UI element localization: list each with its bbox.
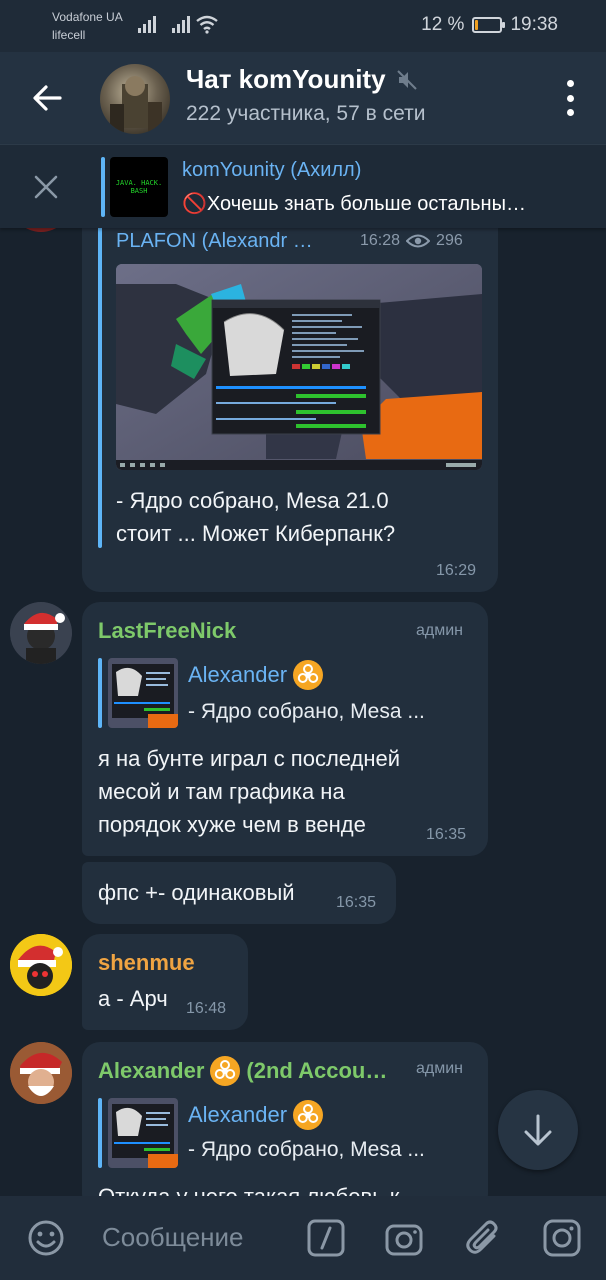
emoji-icon[interactable] [26, 1218, 66, 1258]
views-count: 296 [436, 232, 463, 249]
signal-icon [138, 16, 156, 33]
message-time: 16:35 [336, 894, 377, 911]
reply-author-name: Alexander [188, 662, 288, 687]
pinned-message[interactable]: JAVA. HACK. BASH komYounity (Ахилл) 🚫Хоч… [0, 144, 606, 228]
back-arrow-icon[interactable] [26, 76, 70, 120]
pinned-text: 🚫Хочешь знать больше остальны… [182, 193, 526, 215]
post-screenshot-image[interactable] [116, 264, 482, 470]
pinned-thumb-text: JAVA. HACK. BASH [115, 179, 163, 195]
sender-name[interactable]: LastFreeNick [98, 618, 236, 644]
attach-icon[interactable] [464, 1218, 504, 1258]
reply-text: - Ядро собрано, Mesa ... [188, 700, 425, 723]
message-text: я на бунте играл с последней месой и там… [98, 742, 400, 841]
biohazard-icon [210, 1056, 241, 1086]
views-eye-icon [406, 234, 431, 248]
clock: 19:38 [510, 14, 558, 35]
chat-avatar[interactable] [100, 64, 170, 134]
sender-name-suffix: (2nd Accou… [246, 1058, 388, 1083]
message-text: а - Арч [98, 986, 168, 1011]
camera-icon[interactable] [384, 1218, 424, 1258]
reply-thumbnail [108, 1098, 178, 1168]
bot-commands-icon[interactable] [306, 1218, 346, 1258]
chat-title-text: Чат komYounity [186, 64, 386, 94]
message-time: 16:48 [186, 1000, 227, 1017]
chat-title[interactable]: Чат komYounity [186, 64, 418, 95]
forward-time: 16:28 [360, 232, 401, 249]
admin-badge: админ [416, 1060, 464, 1077]
more-menu-icon[interactable] [562, 80, 578, 116]
arrow-down-icon [524, 1114, 552, 1146]
reply-author: Alexander [188, 1100, 324, 1130]
close-icon[interactable] [30, 171, 62, 203]
battery-percent: 12 % [421, 14, 465, 35]
forward-meta: 16:28 296 [360, 232, 463, 250]
battery-icon [472, 17, 506, 33]
message-text: фпс +- одинаковый [98, 880, 295, 905]
admin-badge: админ [416, 622, 464, 639]
scroll-to-bottom-button[interactable] [498, 1090, 578, 1170]
forward-text-line: - Ядро собрано, Mesa 21.0 [116, 488, 389, 513]
biohazard-icon [293, 660, 324, 690]
reply-author-name: Alexander [188, 1102, 288, 1127]
message-time: 16:29 [436, 562, 477, 579]
pinned-author: komYounity (Ахилл) [182, 159, 362, 181]
forward-text-line: стоит ... Может Киберпанк? [116, 521, 396, 546]
message-text-line: я на бунте играл с последней [98, 746, 401, 771]
forward-text: - Ядро собрано, Mesa 21.0 стоит ... Може… [116, 484, 395, 550]
status-right: 12 % 19:38 [421, 14, 558, 36]
reply-author: Alexander [188, 660, 324, 690]
forward-source-name[interactable]: PLAFON (Alexandr … [116, 230, 313, 253]
instagram-icon[interactable] [542, 1218, 582, 1258]
avatar-alexander[interactable] [10, 1042, 72, 1104]
sender-name[interactable]: Alexander (2nd Accou… [98, 1056, 387, 1086]
message-time: 16:35 [426, 826, 467, 843]
message-text-line: порядок хуже чем в венде [98, 812, 366, 837]
carrier-1: Vodafone UA [52, 10, 123, 24]
sender-name[interactable]: shenmue [98, 950, 195, 976]
message-text-line: месой и там графика на [98, 779, 345, 804]
avatar-shenmue[interactable] [10, 934, 72, 996]
status-bar: Vodafone UA lifecell 12 % 19:38 [0, 0, 606, 52]
reply-accent-bar [98, 1098, 102, 1168]
pinned-accent-bar [101, 157, 105, 217]
pinned-thumbnail: JAVA. HACK. BASH [110, 157, 168, 217]
reply-thumbnail [108, 658, 178, 728]
message-input-bar: Сообщение [0, 1196, 606, 1280]
signal-icon-2 [172, 16, 190, 33]
wifi-icon [196, 15, 218, 34]
biohazard-icon [293, 1100, 324, 1130]
mute-icon [396, 69, 417, 90]
battery-fill [475, 20, 479, 30]
carrier-2: lifecell [52, 28, 86, 42]
sender-name-text: Alexander [98, 1058, 205, 1083]
chat-members-count: 222 участника, 57 в сети [186, 102, 426, 125]
forward-accent-bar [98, 226, 102, 548]
message-input[interactable]: Сообщение [102, 1222, 244, 1253]
reply-text: - Ядро собрано, Mesa ... [188, 1138, 425, 1161]
reply-accent-bar [98, 658, 102, 728]
chat-header: Чат komYounity 222 участника, 57 в сети [0, 52, 606, 144]
avatar-lastfreenick[interactable] [10, 602, 72, 664]
carrier-info: Vodafone UA lifecell [52, 8, 123, 44]
